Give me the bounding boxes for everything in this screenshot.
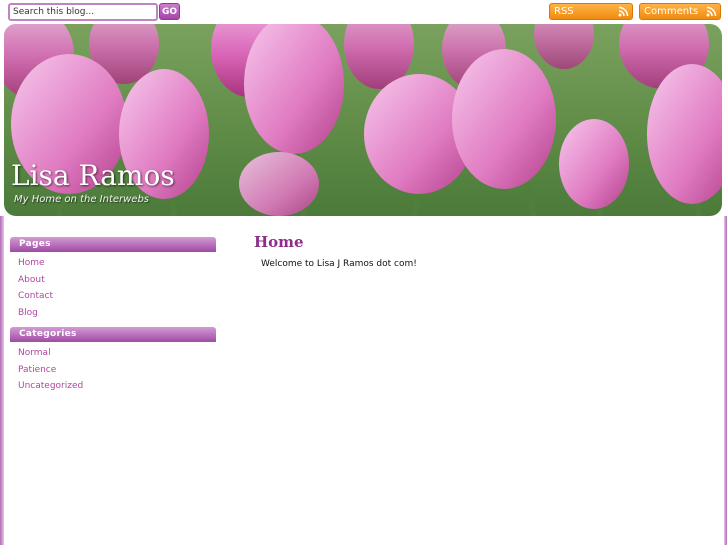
- page-title: Home: [254, 233, 304, 251]
- site-tagline: My Home on the Interwebs: [14, 194, 150, 205]
- category-link-patience[interactable]: Patience: [18, 365, 56, 375]
- list-item: Contact: [10, 285, 216, 302]
- sidebar-link-home[interactable]: Home: [18, 258, 45, 268]
- category-link-normal[interactable]: Normal: [18, 348, 51, 358]
- search-go-button[interactable]: GO: [159, 3, 180, 20]
- main-content: Home Welcome to Lisa J Ramos dot com!: [254, 233, 714, 269]
- page-body-text: Welcome to Lisa J Ramos dot com!: [261, 259, 417, 269]
- list-item: Blog: [10, 302, 216, 319]
- list-item: Patience: [10, 359, 216, 376]
- top-bar: GO RSS Comments: [0, 0, 727, 24]
- category-link-uncategorized[interactable]: Uncategorized: [18, 381, 83, 391]
- page-border-left: [0, 216, 4, 545]
- rss-icon: [618, 6, 629, 17]
- list-item: Uncategorized: [10, 375, 216, 392]
- site-title[interactable]: Lisa Ramos: [11, 159, 175, 192]
- sidebar-link-contact[interactable]: Contact: [18, 291, 53, 301]
- pages-widget-title: Pages: [10, 237, 216, 252]
- sidebar-link-about[interactable]: About: [18, 275, 45, 285]
- header-banner: Lisa Ramos My Home on the Interwebs: [4, 24, 722, 216]
- sidebar-link-blog[interactable]: Blog: [18, 308, 38, 318]
- list-item: Home: [10, 252, 216, 269]
- rss-label: RSS: [554, 6, 574, 17]
- sidebar: Pages Home About Contact Blog Categories…: [10, 237, 216, 392]
- categories-widget-title: Categories: [10, 327, 216, 342]
- list-item: Normal: [10, 342, 216, 359]
- comments-feed-button[interactable]: Comments: [639, 3, 721, 20]
- comments-feed-label: Comments: [644, 6, 699, 17]
- search-input[interactable]: [8, 3, 158, 21]
- pages-list: Home About Contact Blog: [10, 252, 216, 318]
- rss-icon: [706, 6, 717, 17]
- list-item: About: [10, 269, 216, 286]
- rss-button[interactable]: RSS: [549, 3, 633, 20]
- categories-list: Normal Patience Uncategorized: [10, 342, 216, 392]
